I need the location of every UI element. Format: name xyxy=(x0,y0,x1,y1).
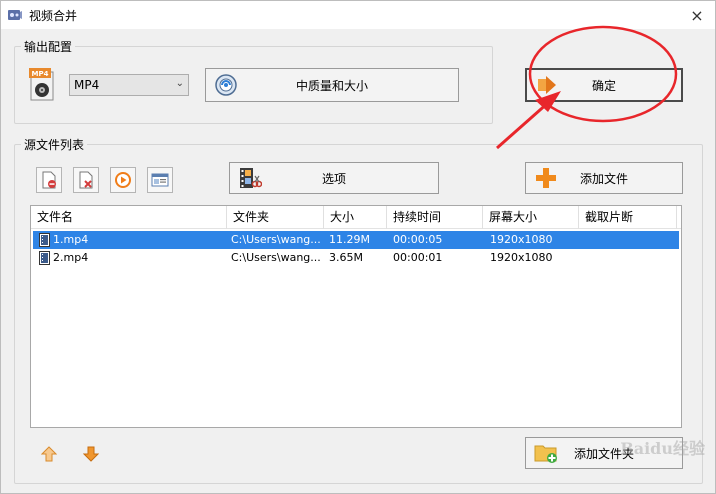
cell-folder: C:\Users\wang... xyxy=(231,233,321,246)
options-button[interactable]: 选项 xyxy=(229,162,439,194)
cell-filename: 1.mp4 xyxy=(53,233,89,246)
delete-file-icon xyxy=(79,171,93,189)
table-header: 文件名 文件夹 大小 持续时间 屏幕大小 截取片断 xyxy=(31,206,681,229)
play-icon xyxy=(115,172,131,188)
window-title: 视频合并 xyxy=(29,9,78,23)
video-merge-window: 视频合并 × 输出配置 MP4 MP4 ⌄ 中质量和大小 确定 源文件列表 选项… xyxy=(0,0,716,494)
close-icon: × xyxy=(690,5,704,25)
column-header-resolution[interactable]: 屏幕大小 xyxy=(483,206,579,229)
column-header-folder[interactable]: 文件夹 xyxy=(227,206,324,229)
table-row[interactable]: 2.mp4 C:\Users\wang... 3.65M 00:00:01 19… xyxy=(33,249,679,267)
column-header-clip[interactable]: 截取片断 xyxy=(579,206,677,229)
source-file-list-label: 源文件列表 xyxy=(21,136,88,153)
add-file-button-label: 添加文件 xyxy=(579,171,628,186)
cell-filename: 2.mp4 xyxy=(53,251,89,264)
annotation-arrow-line xyxy=(496,100,550,150)
cell-clip xyxy=(585,249,675,267)
info-window-icon xyxy=(151,173,169,187)
clear-list-button[interactable] xyxy=(73,167,99,193)
remove-file-icon xyxy=(42,171,56,189)
move-up-button[interactable] xyxy=(40,445,58,463)
video-file-icon xyxy=(39,233,50,247)
chevron-down-icon: ⌄ xyxy=(175,78,184,89)
file-info-button[interactable] xyxy=(147,167,173,193)
table-row[interactable]: 1.mp4 C:\Users\wang... 11.29M 00:00:05 1… xyxy=(33,231,679,249)
video-file-icon xyxy=(39,251,50,265)
cell-folder: C:\Users\wang... xyxy=(231,251,321,264)
cell-clip xyxy=(585,231,675,249)
quality-button[interactable]: 中质量和大小 xyxy=(205,68,459,102)
quality-button-label: 中质量和大小 xyxy=(295,78,368,93)
cell-size: 3.65M xyxy=(329,251,363,264)
options-button-label: 选项 xyxy=(321,171,346,186)
title-bar: 视频合并 × xyxy=(1,1,715,29)
add-file-button[interactable]: 添加文件 xyxy=(525,162,683,194)
arrow-up-icon xyxy=(41,446,57,462)
baidu-watermark: Baidu经验 xyxy=(620,439,705,458)
column-header-size[interactable]: 大小 xyxy=(324,206,387,229)
format-select[interactable]: MP4 ⌄ xyxy=(69,74,189,96)
format-select-value: MP4 xyxy=(74,78,100,92)
arrow-down-icon xyxy=(83,446,99,462)
cell-resolution: 1920x1080 xyxy=(490,233,553,246)
mp4-format-icon: MP4 xyxy=(29,68,54,101)
column-header-filename[interactable]: 文件名 xyxy=(31,206,227,229)
mp4-icon-text: MP4 xyxy=(32,70,49,78)
confirm-button-label: 确定 xyxy=(591,78,616,93)
move-down-button[interactable] xyxy=(82,445,100,463)
play-button[interactable] xyxy=(110,167,136,193)
cell-size: 11.29M xyxy=(329,233,370,246)
output-config-label: 输出配置 xyxy=(21,38,76,55)
cell-resolution: 1920x1080 xyxy=(490,251,553,264)
column-header-duration[interactable]: 持续时间 xyxy=(387,206,483,229)
cell-duration: 00:00:01 xyxy=(393,251,443,264)
confirm-button[interactable]: 确定 xyxy=(525,68,683,102)
remove-file-button[interactable] xyxy=(36,167,62,193)
cell-duration: 00:00:05 xyxy=(393,233,443,246)
close-button[interactable]: × xyxy=(679,1,715,29)
file-table[interactable]: 文件名 文件夹 大小 持续时间 屏幕大小 截取片断 1.mp4 C:\Users… xyxy=(30,205,682,428)
film-app-icon xyxy=(8,10,22,20)
